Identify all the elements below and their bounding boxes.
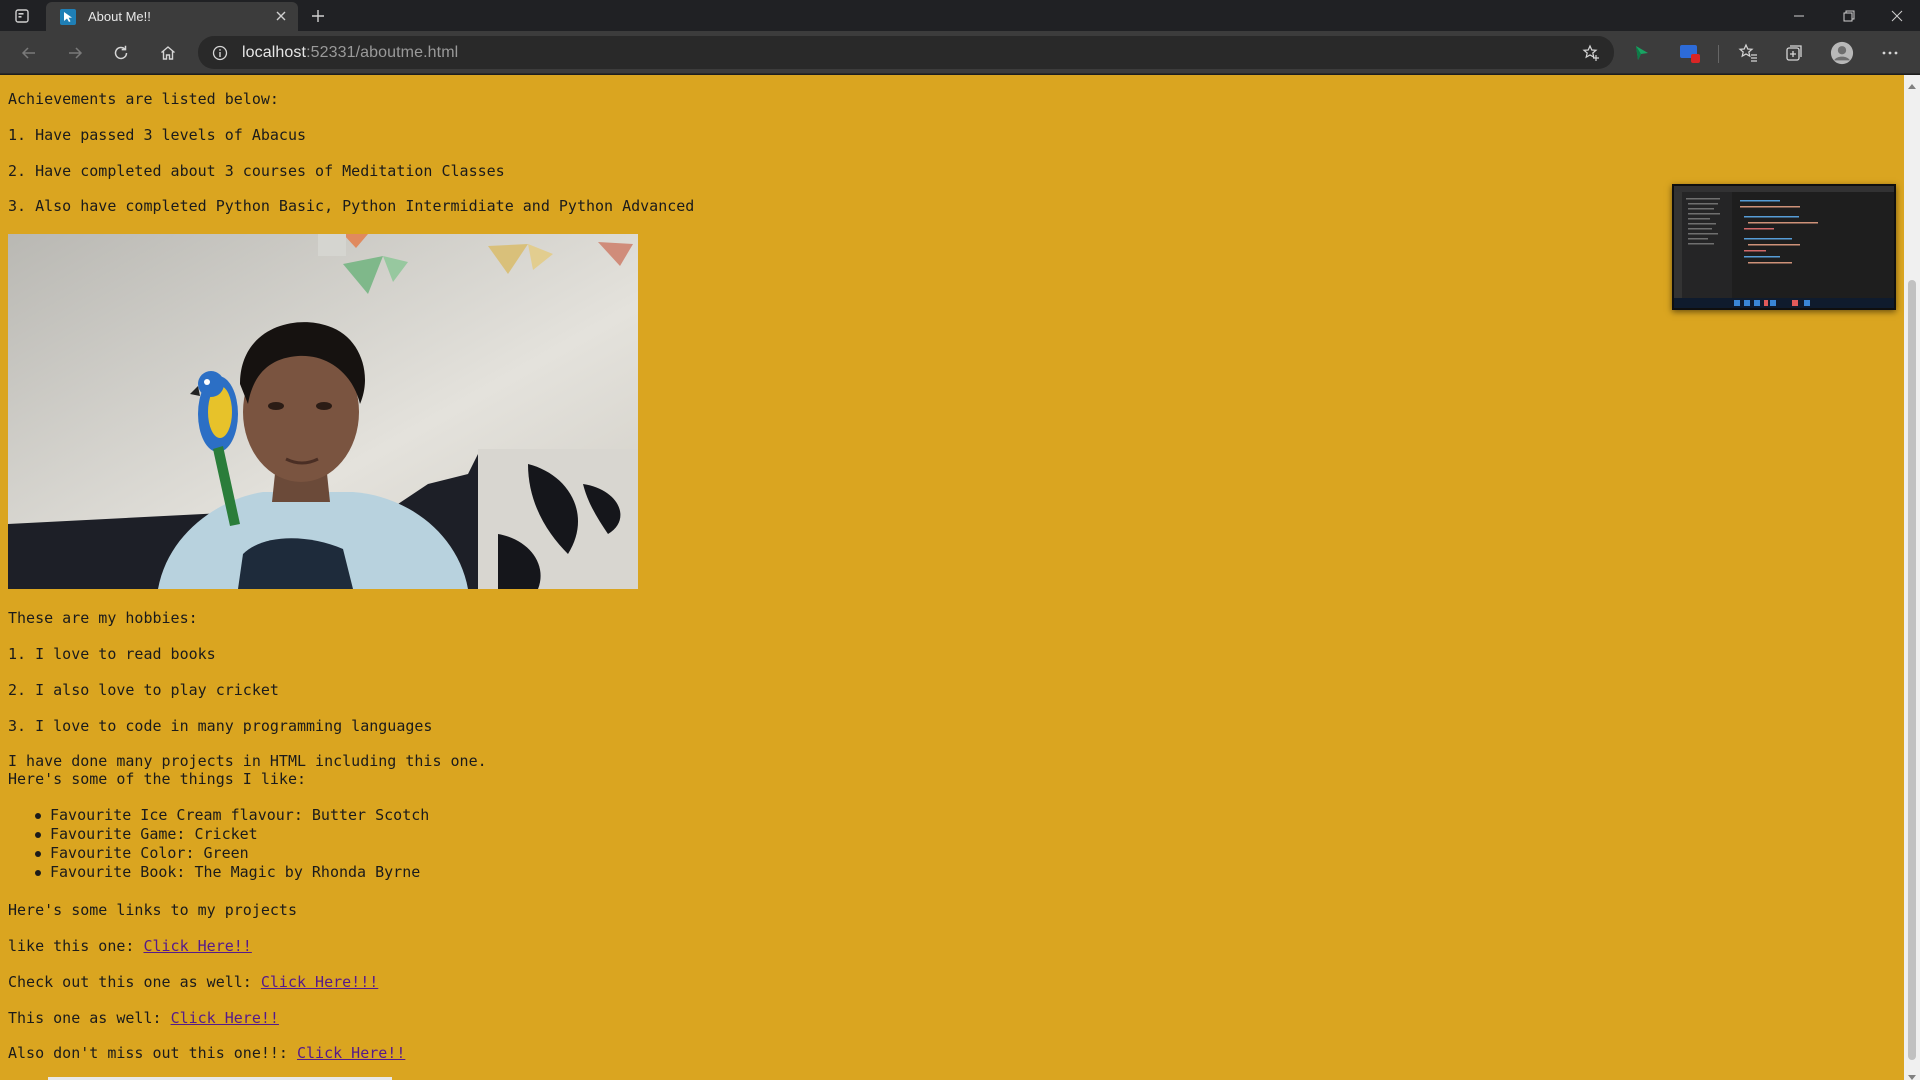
list-item: Favourite Ice Cream flavour: Butter Scot… (8, 806, 429, 825)
extension-green-icon[interactable] (1630, 41, 1654, 65)
projects-line: I have done many projects in HTML includ… (8, 752, 487, 770)
url-host: localhost (242, 44, 307, 61)
page-viewport: Achievements are listed below: 1. Have p… (0, 75, 1904, 1080)
back-icon[interactable] (16, 40, 42, 66)
tab-actions-icon[interactable] (14, 8, 30, 24)
page-scrollbar[interactable] (1904, 75, 1920, 1080)
link-prefix: like this one: (8, 937, 144, 955)
favorites-icon[interactable] (1736, 41, 1760, 65)
likes-heading: Here's some of the things I like: (8, 770, 307, 788)
achievement-item: 3. Also have completed Python Basic, Pyt… (8, 197, 695, 215)
project-link-row: like this one: Click Here!! (8, 937, 252, 955)
forward-icon[interactable] (62, 40, 88, 66)
site-info-icon[interactable] (212, 45, 228, 61)
scroll-down-arrow-icon[interactable] (1908, 1068, 1916, 1080)
hobby-item: 1. I love to read books (8, 645, 216, 663)
achievement-item: 2. Have completed about 3 courses of Med… (8, 162, 505, 180)
hobby-item: 2. I also love to play cricket (8, 681, 279, 699)
add-favorite-icon[interactable] (1582, 44, 1600, 62)
likes-list: Favourite Ice Cream flavour: Butter Scot… (8, 806, 429, 882)
new-tab-icon[interactable] (310, 8, 326, 24)
link-prefix: Also don't miss out this one!!: (8, 1044, 297, 1062)
page-favicon-icon (60, 9, 76, 25)
window-preview-thumbnail[interactable] (1672, 184, 1896, 310)
hobby-item: 3. I love to code in many programming la… (8, 717, 433, 735)
project-link[interactable]: Click Here!! (143, 937, 251, 955)
scroll-up-arrow-icon[interactable] (1908, 78, 1916, 89)
hobbies-heading: These are my hobbies: (8, 609, 198, 627)
extension-blue-icon[interactable] (1678, 41, 1702, 65)
close-window-icon[interactable] (1874, 0, 1920, 31)
address-bar[interactable]: localhost:52331/aboutme.html (198, 36, 1614, 69)
profile-photo (8, 234, 638, 589)
url-text: localhost:52331/aboutme.html (242, 44, 458, 62)
collections-icon[interactable] (1782, 41, 1806, 65)
tab-title: About Me!! (88, 9, 151, 24)
project-link-row: Check out this one as well: Click Here!!… (8, 973, 378, 991)
project-link[interactable]: Click Here!!! (261, 973, 378, 991)
title-bar: About Me!! (0, 0, 1920, 31)
refresh-icon[interactable] (108, 40, 134, 66)
project-link[interactable]: Click Here!! (171, 1009, 279, 1027)
url-path: :52331/aboutme.html (306, 44, 459, 61)
scrollbar-thumb[interactable] (1908, 280, 1916, 1060)
link-prefix: This one as well: (8, 1009, 171, 1027)
achievement-item: 1. Have passed 3 levels of Abacus (8, 126, 307, 144)
profile-avatar-icon[interactable] (1830, 41, 1854, 65)
home-icon[interactable] (155, 40, 181, 66)
project-link[interactable]: Click Here!! (297, 1044, 405, 1062)
project-link-row: Also don't miss out this one!!: Click He… (8, 1044, 405, 1062)
browser-toolbar: localhost:52331/aboutme.html (0, 31, 1920, 74)
toolbar-separator (1718, 45, 1719, 63)
browser-tab[interactable]: About Me!! (46, 2, 298, 31)
list-item: Favourite Color: Green (8, 844, 429, 863)
link-prefix: Check out this one as well: (8, 973, 261, 991)
achievements-heading: Achievements are listed below: (8, 90, 279, 108)
project-link-row: This one as well: Click Here!! (8, 1009, 279, 1027)
links-heading: Here's some links to my projects (8, 901, 297, 919)
more-options-icon[interactable] (1878, 41, 1902, 65)
close-tab-icon[interactable] (274, 9, 288, 23)
list-item: Favourite Game: Cricket (8, 825, 429, 844)
minimize-icon[interactable] (1776, 0, 1822, 31)
list-item: Favourite Book: The Magic by Rhonda Byrn… (8, 863, 429, 882)
restore-icon[interactable] (1826, 0, 1872, 31)
